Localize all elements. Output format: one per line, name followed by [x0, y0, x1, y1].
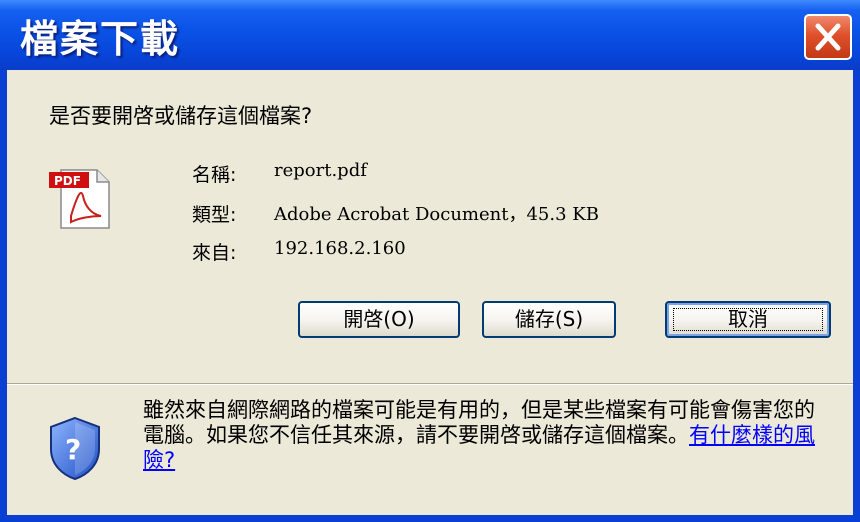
window-title: 檔案下載	[20, 17, 181, 61]
svg-text:?: ?	[65, 433, 81, 466]
file-source-label: 來自:	[192, 242, 237, 264]
security-warning: 雖然來自網際網路的檔案可能是有用的，但是某些檔案有可能會傷害您的電腦。如果您不信…	[143, 398, 833, 473]
pdf-file-icon: PDF	[49, 169, 110, 229]
file-name-value: report.pdf	[274, 160, 367, 181]
security-shield-icon: ?	[50, 416, 100, 481]
file-download-dialog: 檔案下載 是否要開啓或儲存這個檔案? PDF 名稱: report.pdf 類型…	[0, 0, 860, 522]
close-button[interactable]	[804, 14, 852, 60]
cancel-button[interactable]: 取消	[665, 301, 831, 338]
file-name-label: 名稱:	[192, 164, 237, 186]
save-button[interactable]: 儲存(S)	[482, 301, 616, 338]
dialog-body: 是否要開啓或儲存這個檔案? PDF 名稱: report.pdf 類型: Ado…	[7, 70, 853, 515]
file-type-label: 類型:	[192, 204, 237, 226]
title-bar[interactable]: 檔案下載	[0, 0, 860, 70]
pdf-badge-text: PDF	[54, 174, 81, 188]
focus-rectangle	[673, 308, 823, 331]
file-type-value: Adobe Acrobat Document，45.3 KB	[274, 204, 599, 225]
file-source-value: 192.168.2.160	[274, 238, 406, 259]
dialog-question: 是否要開啓或儲存這個檔案?	[49, 104, 313, 128]
open-button[interactable]: 開啓(O)	[298, 301, 460, 338]
separator	[7, 383, 853, 385]
close-icon	[815, 23, 841, 51]
